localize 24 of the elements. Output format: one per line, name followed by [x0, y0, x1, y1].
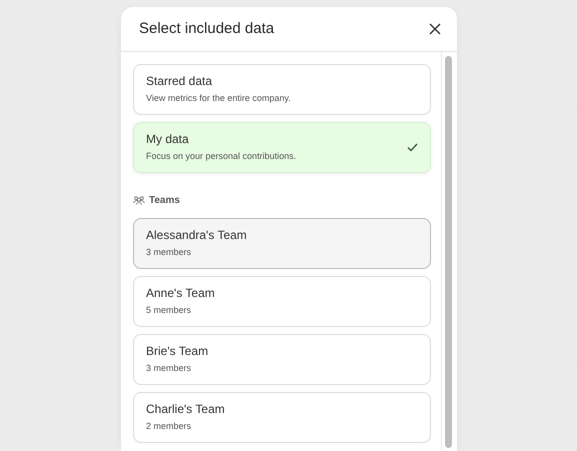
- option-title: Brie's Team: [146, 344, 208, 360]
- dialog-title: Select included data: [139, 18, 274, 39]
- scrollbar-thumb[interactable]: [445, 56, 452, 448]
- section-label: Teams: [149, 194, 180, 208]
- option-card[interactable]: Starred data View metrics for the entire company.: [133, 64, 431, 115]
- option-title: Starred data: [146, 74, 214, 90]
- option-title: Charlie's Team: [146, 402, 225, 418]
- close-icon: [429, 23, 441, 35]
- option-title: Alessandra's Team: [146, 228, 247, 244]
- option-description: 2 members: [146, 421, 192, 434]
- option-description: Focus on your personal contributions.: [146, 151, 296, 164]
- option-description: View metrics for the entire company.: [146, 93, 291, 106]
- option-card[interactable]: Brie's Team 3 members: [133, 334, 431, 385]
- option-card[interactable]: Anne's Team 5 members: [133, 276, 431, 327]
- option-description: 3 members: [146, 247, 192, 260]
- people-icon: [133, 196, 145, 205]
- check-icon: [407, 143, 418, 152]
- option-card[interactable]: Alessandra's Team 3 members: [133, 218, 431, 269]
- option-description: 3 members: [146, 363, 192, 376]
- option-card[interactable]: My data Focus on your personal contributions.: [133, 122, 431, 173]
- option-title: Anne's Team: [146, 286, 215, 302]
- option-card[interactable]: Charlie's Team 2 members: [133, 392, 431, 443]
- option-description: 5 members: [146, 305, 192, 318]
- option-title: My data: [146, 132, 190, 148]
